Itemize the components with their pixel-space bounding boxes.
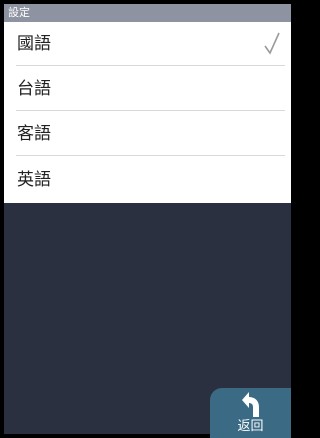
language-list: 國語 台語 客語 英語 — [4, 22, 291, 203]
back-arrow-icon — [242, 392, 259, 417]
settings-screen: 設定 國語 台語 客語 英語 返回 — [0, 0, 295, 438]
language-item-taiwanese[interactable]: 台語 — [4, 67, 291, 111]
list-divider — [16, 65, 285, 66]
language-item-hakka[interactable]: 客語 — [4, 112, 291, 156]
checkmark-icon — [264, 32, 280, 55]
language-item-mandarin[interactable]: 國語 — [4, 22, 291, 66]
page-title: 設定 — [4, 4, 291, 22]
language-item-label: 客語 — [17, 124, 51, 144]
language-item-label: 台語 — [17, 79, 51, 99]
list-divider — [16, 110, 285, 111]
back-button[interactable]: 返回 — [210, 388, 291, 438]
list-divider — [16, 155, 285, 156]
language-item-label: 國語 — [17, 34, 51, 54]
language-item-english[interactable]: 英語 — [4, 158, 291, 202]
back-button-label: 返回 — [237, 419, 264, 434]
language-item-label: 英語 — [17, 170, 51, 190]
